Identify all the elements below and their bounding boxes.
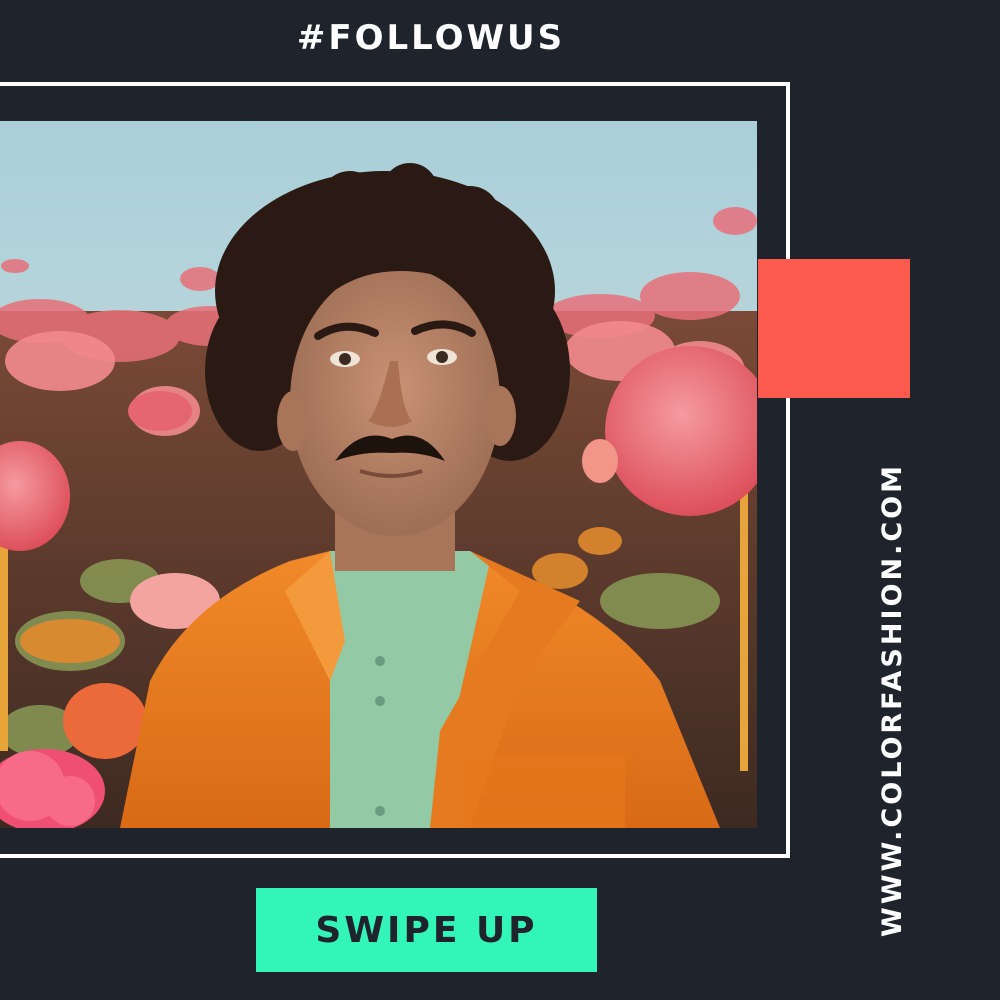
page-heading: #FOLLOWUS (296, 18, 566, 58)
hero-photo (0, 121, 757, 828)
accent-color-block (758, 259, 910, 398)
swipe-up-button[interactable]: SWIPE UP (256, 888, 597, 972)
website-url[interactable]: WWW.COLORFASHION.COM (876, 463, 910, 937)
